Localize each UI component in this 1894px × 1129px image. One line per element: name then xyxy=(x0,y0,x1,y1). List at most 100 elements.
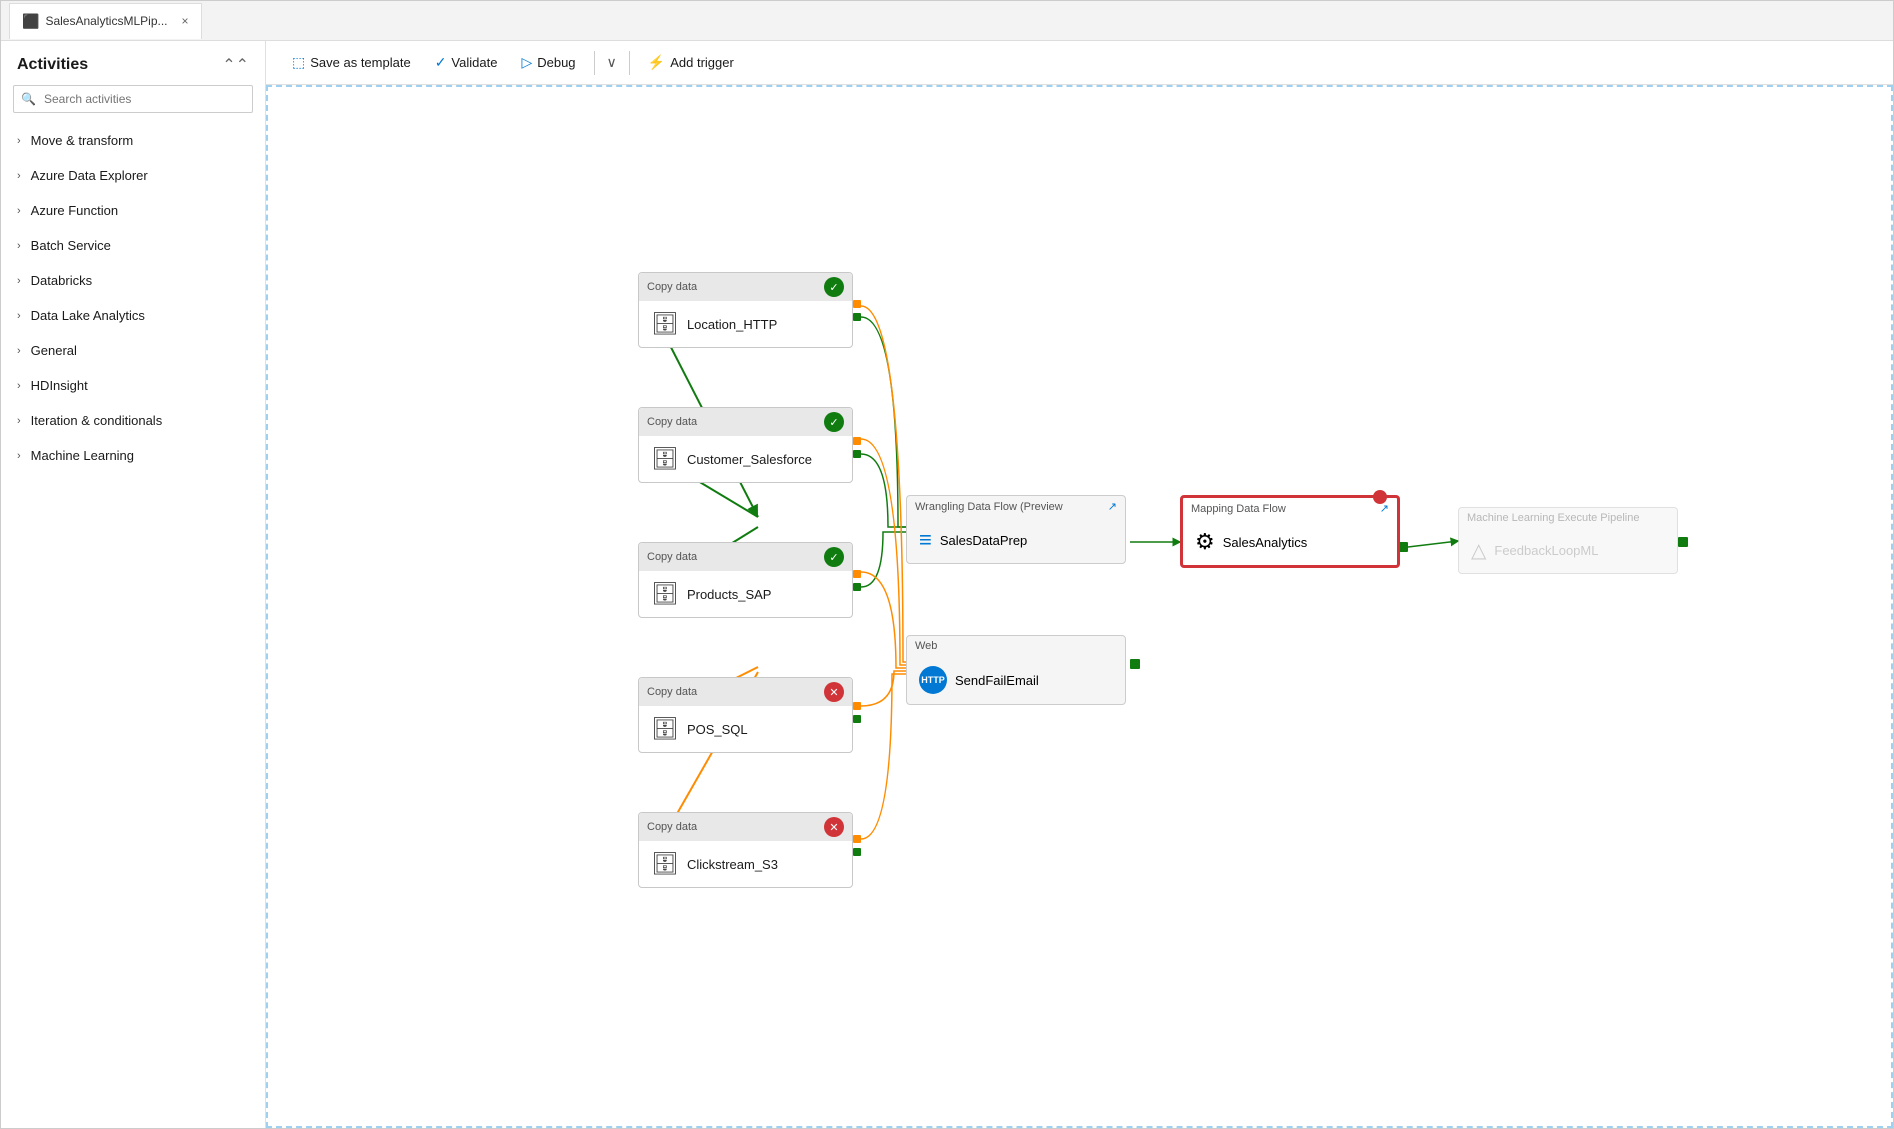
save-template-icon: ⬚ xyxy=(292,54,305,71)
copy-node-location-http[interactable]: Copy data ✓ 🗄 Location_HTTP xyxy=(638,272,853,348)
validate-icon: ✓ xyxy=(435,54,447,71)
copy-node-body: 🗄 POS_SQL xyxy=(639,706,852,752)
add-trigger-icon: ⚡ xyxy=(648,54,665,71)
copy-node-clickstream-s3[interactable]: Copy data ✕ 🗄 Clickstream_S3 xyxy=(638,812,853,888)
chevron-icon: › xyxy=(17,310,21,322)
sidebar-item-hdinsight[interactable]: › HDInsight xyxy=(1,368,265,403)
external-link-icon[interactable]: ↗ xyxy=(1108,500,1117,513)
mapping-node[interactable]: Mapping Data Flow ↗ ⚙ SalesAnalytics xyxy=(1180,495,1400,568)
sidebar-item-label: Data Lake Analytics xyxy=(31,308,145,323)
pipeline-tab-label: SalesAnalyticsMLPip... xyxy=(45,14,167,28)
save-template-label: Save as template xyxy=(310,55,410,70)
web-header: Web xyxy=(907,636,1125,656)
sidebar-item-iteration-conditionals[interactable]: › Iteration & conditionals xyxy=(1,403,265,438)
debug-label: Debug xyxy=(537,55,575,70)
web-name: SendFailEmail xyxy=(955,673,1039,688)
copy-node-name: Location_HTTP xyxy=(687,317,777,332)
app-container: ⬛ SalesAnalyticsMLPip... × Activities ⌃⌃… xyxy=(0,0,1894,1129)
sidebar-item-label: Databricks xyxy=(31,273,92,288)
wrangling-header: Wrangling Data Flow (Preview ↗ xyxy=(907,496,1125,517)
copy-node-type: Copy data xyxy=(647,821,697,833)
save-template-button[interactable]: ⬚ Save as template xyxy=(282,49,421,76)
ml-name: FeedbackLoopML xyxy=(1494,543,1598,558)
debug-button[interactable]: ▷ Debug xyxy=(511,49,585,76)
pipeline-tab[interactable]: ⬛ SalesAnalyticsMLPip... × xyxy=(9,3,202,39)
collapse-icon[interactable]: ⌃⌃ xyxy=(222,55,249,75)
toolbar-separator2 xyxy=(629,51,630,75)
toolbar-separator xyxy=(594,51,595,75)
copy-node-type: Copy data xyxy=(647,416,697,428)
copy-node-type: Copy data xyxy=(647,686,697,698)
toolbar-dropdown[interactable]: ∨ xyxy=(603,49,621,76)
chevron-icon: › xyxy=(17,170,21,182)
sidebar-title: Activities xyxy=(17,56,88,74)
validate-label: Validate xyxy=(451,55,497,70)
tab-close-button[interactable]: × xyxy=(182,14,189,28)
sidebar-item-batch-service[interactable]: › Batch Service xyxy=(1,228,265,263)
pipeline-tab-icon: ⬛ xyxy=(22,13,39,30)
sidebar-item-machine-learning[interactable]: › Machine Learning xyxy=(1,438,265,473)
copy-node-name: POS_SQL xyxy=(687,722,748,737)
ml-icon: △ xyxy=(1471,538,1486,563)
status-error-icon: ✕ xyxy=(824,817,844,837)
copy-node-body: 🗄 Location_HTTP xyxy=(639,301,852,347)
dataflow-icon: ≡ xyxy=(919,527,932,553)
web-body: HTTP SendFailEmail xyxy=(907,656,1125,704)
copy-node-header: Copy data ✓ xyxy=(639,543,852,571)
chevron-icon: › xyxy=(17,415,21,427)
db-icon: 🗄 xyxy=(651,716,679,742)
search-input[interactable] xyxy=(13,85,253,113)
add-trigger-button[interactable]: ⚡ Add trigger xyxy=(638,49,744,76)
chevron-icon: › xyxy=(17,240,21,252)
chevron-icon: › xyxy=(17,205,21,217)
sidebar-controls: ⌃⌃ xyxy=(222,55,249,75)
sidebar-item-label: Azure Function xyxy=(31,203,118,218)
sidebar-item-databricks[interactable]: › Databricks xyxy=(1,263,265,298)
mapping-header: Mapping Data Flow ↗ xyxy=(1183,498,1397,519)
sidebar-item-label: Iteration & conditionals xyxy=(31,413,163,428)
chevron-icon: › xyxy=(17,345,21,357)
status-check-icon: ✓ xyxy=(824,277,844,297)
web-type: Web xyxy=(915,640,937,652)
status-check-icon: ✓ xyxy=(824,547,844,567)
copy-node-name: Clickstream_S3 xyxy=(687,857,778,872)
sidebar-item-azure-data-explorer[interactable]: › Azure Data Explorer xyxy=(1,158,265,193)
sidebar-item-label: Move & transform xyxy=(31,133,134,148)
copy-node-header: Copy data ✕ xyxy=(639,678,852,706)
tab-bar: ⬛ SalesAnalyticsMLPip... × xyxy=(1,1,1893,41)
db-icon: 🗄 xyxy=(651,311,679,337)
sidebar-item-label: General xyxy=(31,343,77,358)
sidebar-item-azure-function[interactable]: › Azure Function xyxy=(1,193,265,228)
db-icon: 🗄 xyxy=(651,851,679,877)
error-indicator-dot xyxy=(1373,490,1387,504)
external-link-icon[interactable]: ↗ xyxy=(1380,502,1389,515)
search-box: 🔍 xyxy=(13,85,253,113)
sidebar-item-general[interactable]: › General xyxy=(1,333,265,368)
status-check-icon: ✓ xyxy=(824,412,844,432)
ml-node[interactable]: Machine Learning Execute Pipeline △ Feed… xyxy=(1458,507,1678,574)
sidebar-item-label: Machine Learning xyxy=(31,448,134,463)
sidebar-item-move-transform[interactable]: › Move & transform xyxy=(1,123,265,158)
copy-node-customer-salesforce[interactable]: Copy data ✓ 🗄 Customer_Salesforce xyxy=(638,407,853,483)
copy-node-products-sap[interactable]: Copy data ✓ 🗄 Products_SAP xyxy=(638,542,853,618)
wrangling-body: ≡ SalesDataPrep xyxy=(907,517,1125,563)
toolbar: ⬚ Save as template ✓ Validate ▷ Debug ∨ … xyxy=(266,41,1893,85)
canvas-area[interactable]: Copy data ✓ 🗄 Location_HTTP Copy data ✓ xyxy=(266,85,1893,1128)
copy-node-name: Customer_Salesforce xyxy=(687,452,812,467)
wrangling-node[interactable]: Wrangling Data Flow (Preview ↗ ≡ SalesDa… xyxy=(906,495,1126,564)
sidebar-item-data-lake-analytics[interactable]: › Data Lake Analytics xyxy=(1,298,265,333)
mapping-name: SalesAnalytics xyxy=(1223,535,1308,550)
copy-node-body: 🗄 Customer_Salesforce xyxy=(639,436,852,482)
status-error-icon: ✕ xyxy=(824,682,844,702)
copy-node-pos-sql[interactable]: Copy data ✕ 🗄 POS_SQL xyxy=(638,677,853,753)
chevron-icon: › xyxy=(17,380,21,392)
ml-body: △ FeedbackLoopML xyxy=(1459,528,1677,573)
debug-icon: ▷ xyxy=(521,54,532,71)
copy-node-header: Copy data ✕ xyxy=(639,813,852,841)
web-node[interactable]: Web HTTP SendFailEmail xyxy=(906,635,1126,705)
validate-button[interactable]: ✓ Validate xyxy=(425,49,508,76)
sidebar-header: Activities ⌃⌃ xyxy=(1,41,265,85)
sidebar: Activities ⌃⌃ 🔍 › Move & transform › Azu… xyxy=(1,41,266,1128)
sidebar-item-label: Azure Data Explorer xyxy=(31,168,148,183)
main-layout: Activities ⌃⌃ 🔍 › Move & transform › Azu… xyxy=(1,41,1893,1128)
